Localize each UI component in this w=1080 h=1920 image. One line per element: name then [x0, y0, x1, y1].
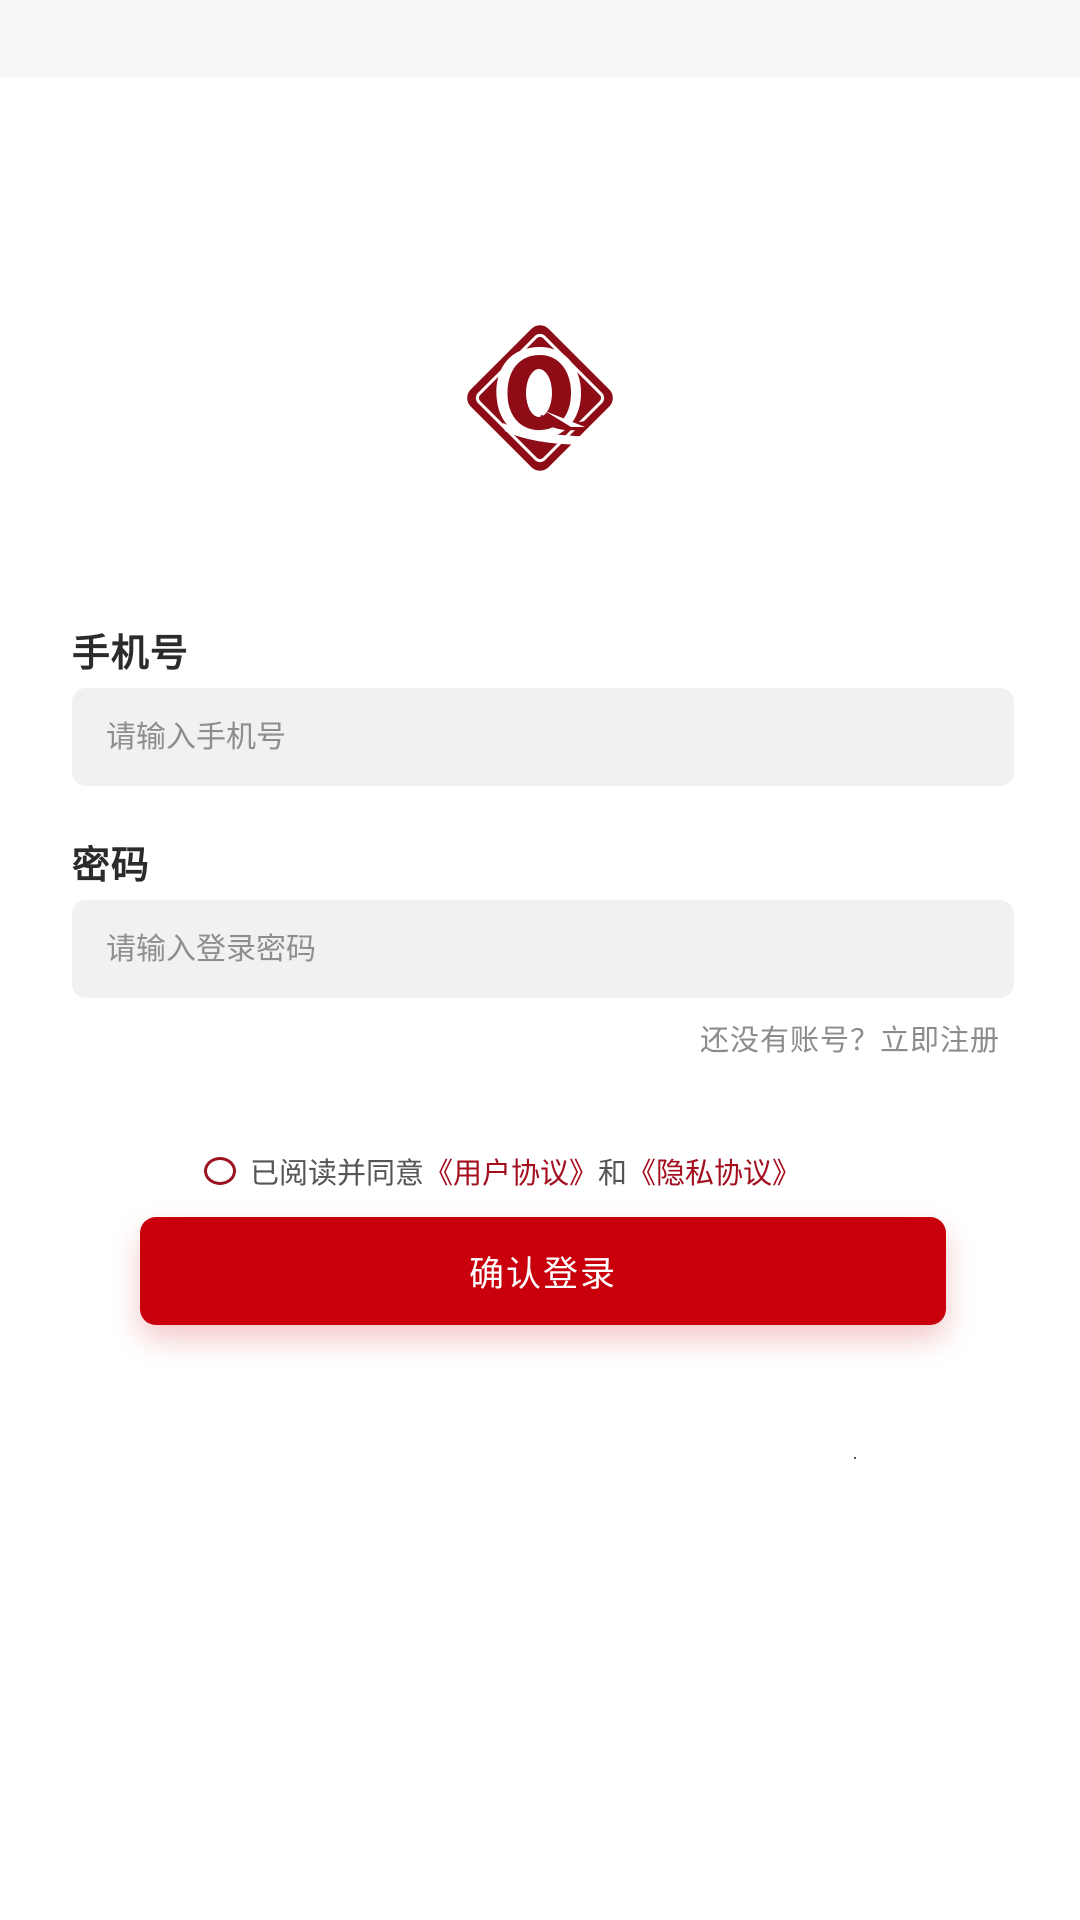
dot — [854, 1457, 856, 1459]
register-link[interactable]: 还没有账号？立即注册 — [700, 1017, 1000, 1059]
phone-input[interactable] — [72, 688, 1014, 786]
password-input[interactable] — [72, 900, 1014, 998]
login-page: 手机号 密码 还没有账号？立即注册 已阅读并同意 《用户协议》 和 《隐私协议》… — [0, 0, 1080, 1920]
login-button[interactable]: 确认登录 — [140, 1217, 946, 1325]
privacy-policy-link[interactable]: 《隐私协议》 — [627, 1150, 801, 1192]
password-input-box[interactable] — [72, 900, 1014, 998]
agreement-prefix: 已阅读并同意 — [250, 1156, 425, 1190]
password-label: 密码 — [72, 843, 151, 887]
agreement-row: 已阅读并同意 《用户协议》 和 《隐私协议》 — [204, 1150, 801, 1192]
agreement-and: 和 — [598, 1156, 628, 1190]
user-agreement-link[interactable]: 《用户协议》 — [424, 1150, 598, 1192]
q-diamond-logo-icon — [445, 315, 637, 483]
agreement-checkbox[interactable] — [204, 1157, 236, 1185]
phone-label: 手机号 — [72, 631, 190, 675]
status-bar — [0, 0, 1080, 78]
phone-input-box[interactable] — [72, 688, 1014, 786]
